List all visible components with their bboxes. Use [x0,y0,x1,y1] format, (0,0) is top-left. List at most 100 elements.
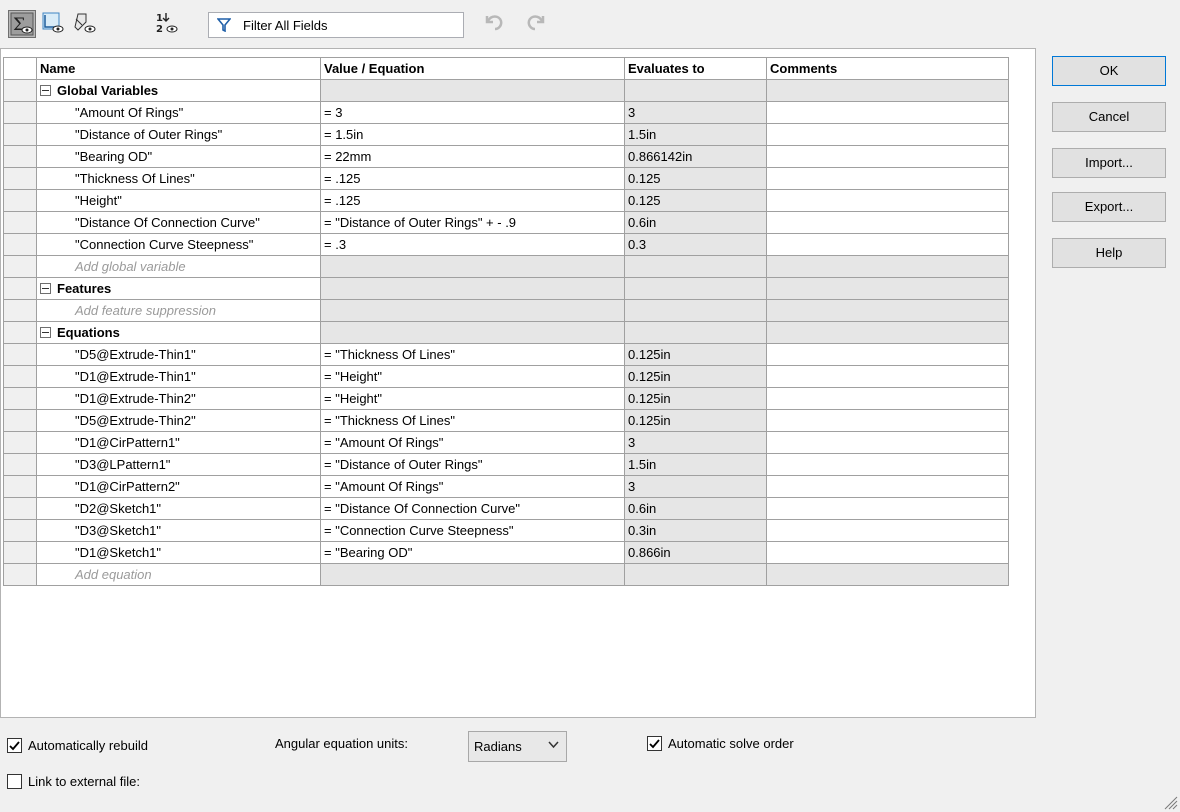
sketch-equations-view-button[interactable] [40,10,68,38]
auto-solve-checkbox[interactable] [647,736,662,751]
name-cell[interactable]: "Thickness Of Lines" [36,167,321,190]
name-cell[interactable]: "D2@Sketch1" [36,497,321,520]
link-external-label[interactable]: Link to external file: [28,774,140,789]
column-header-comments[interactable]: Comments [766,57,1009,80]
value-cell[interactable]: = "Connection Curve Steepness" [320,519,625,542]
filter-input[interactable]: Filter All Fields [208,12,464,38]
row-header-corner[interactable] [3,57,37,80]
add-item-cell[interactable]: Add equation [36,563,321,586]
dimensions-view-button[interactable] [72,10,100,38]
name-cell[interactable]: "D3@LPattern1" [36,453,321,476]
row-header[interactable] [3,211,37,234]
row-header[interactable] [3,409,37,432]
row-header[interactable] [3,343,37,366]
row-header[interactable] [3,453,37,476]
comments-cell[interactable] [766,145,1009,168]
ok-button[interactable]: OK [1052,56,1166,86]
value-cell[interactable]: = "Distance Of Connection Curve" [320,497,625,520]
value-cell[interactable]: = "Height" [320,365,625,388]
comments-cell[interactable] [766,343,1009,366]
collapse-icon[interactable] [40,85,51,96]
value-cell[interactable]: = "Amount Of Rings" [320,475,625,498]
value-cell[interactable]: = "Distance of Outer Rings" + - .9 [320,211,625,234]
help-button[interactable]: Help [1052,238,1166,268]
angular-units-select[interactable]: Radians [468,731,567,762]
value-cell[interactable]: = "Amount Of Rings" [320,431,625,454]
row-header[interactable] [3,387,37,410]
value-cell[interactable]: = "Thickness Of Lines" [320,409,625,432]
column-header-value[interactable]: Value / Equation [320,57,625,80]
comments-cell[interactable] [766,453,1009,476]
comments-cell[interactable] [766,101,1009,124]
name-cell[interactable]: "Amount Of Rings" [36,101,321,124]
value-cell[interactable]: = "Height" [320,387,625,410]
comments-cell[interactable] [766,541,1009,564]
value-cell[interactable]: = "Bearing OD" [320,541,625,564]
row-header[interactable] [3,431,37,454]
name-cell[interactable]: "Distance of Outer Rings" [36,123,321,146]
row-header[interactable] [3,541,37,564]
name-cell[interactable]: "D1@Extrude-Thin2" [36,387,321,410]
auto-solve-label[interactable]: Automatic solve order [668,736,794,751]
value-cell[interactable]: = .3 [320,233,625,256]
export-button[interactable]: Export... [1052,192,1166,222]
comments-cell[interactable] [766,409,1009,432]
row-header[interactable] [3,299,37,322]
name-cell[interactable]: "D1@CirPattern2" [36,475,321,498]
value-cell[interactable]: = .125 [320,167,625,190]
row-header[interactable] [3,563,37,586]
row-header[interactable] [3,123,37,146]
value-cell[interactable]: = .125 [320,189,625,212]
cancel-button[interactable]: Cancel [1052,102,1166,132]
row-header[interactable] [3,255,37,278]
equations-view-button[interactable]: Σ [8,10,36,38]
comments-cell[interactable] [766,365,1009,388]
import-button[interactable]: Import... [1052,148,1166,178]
comments-cell[interactable] [766,475,1009,498]
comments-cell[interactable] [766,497,1009,520]
resize-grip-icon[interactable] [1162,794,1178,810]
comments-cell[interactable] [766,431,1009,454]
add-item-cell[interactable]: Add feature suppression [36,299,321,322]
row-header[interactable] [3,101,37,124]
value-cell[interactable]: = "Thickness Of Lines" [320,343,625,366]
value-cell[interactable]: = 3 [320,101,625,124]
column-header-name[interactable]: Name [36,57,321,80]
name-cell[interactable]: "Height" [36,189,321,212]
link-external-checkbox[interactable] [7,774,22,789]
comments-cell[interactable] [766,123,1009,146]
add-item-cell[interactable]: Add global variable [36,255,321,278]
section-title-cell[interactable]: Equations [36,321,321,344]
name-cell[interactable]: "Distance Of Connection Curve" [36,211,321,234]
comments-cell[interactable] [766,167,1009,190]
name-cell[interactable]: "Bearing OD" [36,145,321,168]
collapse-icon[interactable] [40,283,51,294]
name-cell[interactable]: "Connection Curve Steepness" [36,233,321,256]
row-header[interactable] [3,79,37,102]
value-cell[interactable]: = 1.5in [320,123,625,146]
row-header[interactable] [3,475,37,498]
comments-cell[interactable] [766,189,1009,212]
name-cell[interactable]: "D1@Sketch1" [36,541,321,564]
name-cell[interactable]: "D3@Sketch1" [36,519,321,542]
undo-icon[interactable] [482,12,504,32]
comments-cell[interactable] [766,211,1009,234]
auto-rebuild-checkbox[interactable] [7,738,22,753]
name-cell[interactable]: "D1@Extrude-Thin1" [36,365,321,388]
row-header[interactable] [3,233,37,256]
collapse-icon[interactable] [40,327,51,338]
ordered-view-button[interactable]: 1 2 [154,10,182,38]
row-header[interactable] [3,365,37,388]
name-cell[interactable]: "D5@Extrude-Thin2" [36,409,321,432]
value-cell[interactable]: = "Distance of Outer Rings" [320,453,625,476]
name-cell[interactable]: "D1@CirPattern1" [36,431,321,454]
row-header[interactable] [3,145,37,168]
redo-icon[interactable] [526,12,548,32]
value-cell[interactable]: = 22mm [320,145,625,168]
section-title-cell[interactable]: Features [36,277,321,300]
auto-rebuild-label[interactable]: Automatically rebuild [28,738,148,753]
comments-cell[interactable] [766,233,1009,256]
row-header[interactable] [3,519,37,542]
row-header[interactable] [3,321,37,344]
row-header[interactable] [3,167,37,190]
